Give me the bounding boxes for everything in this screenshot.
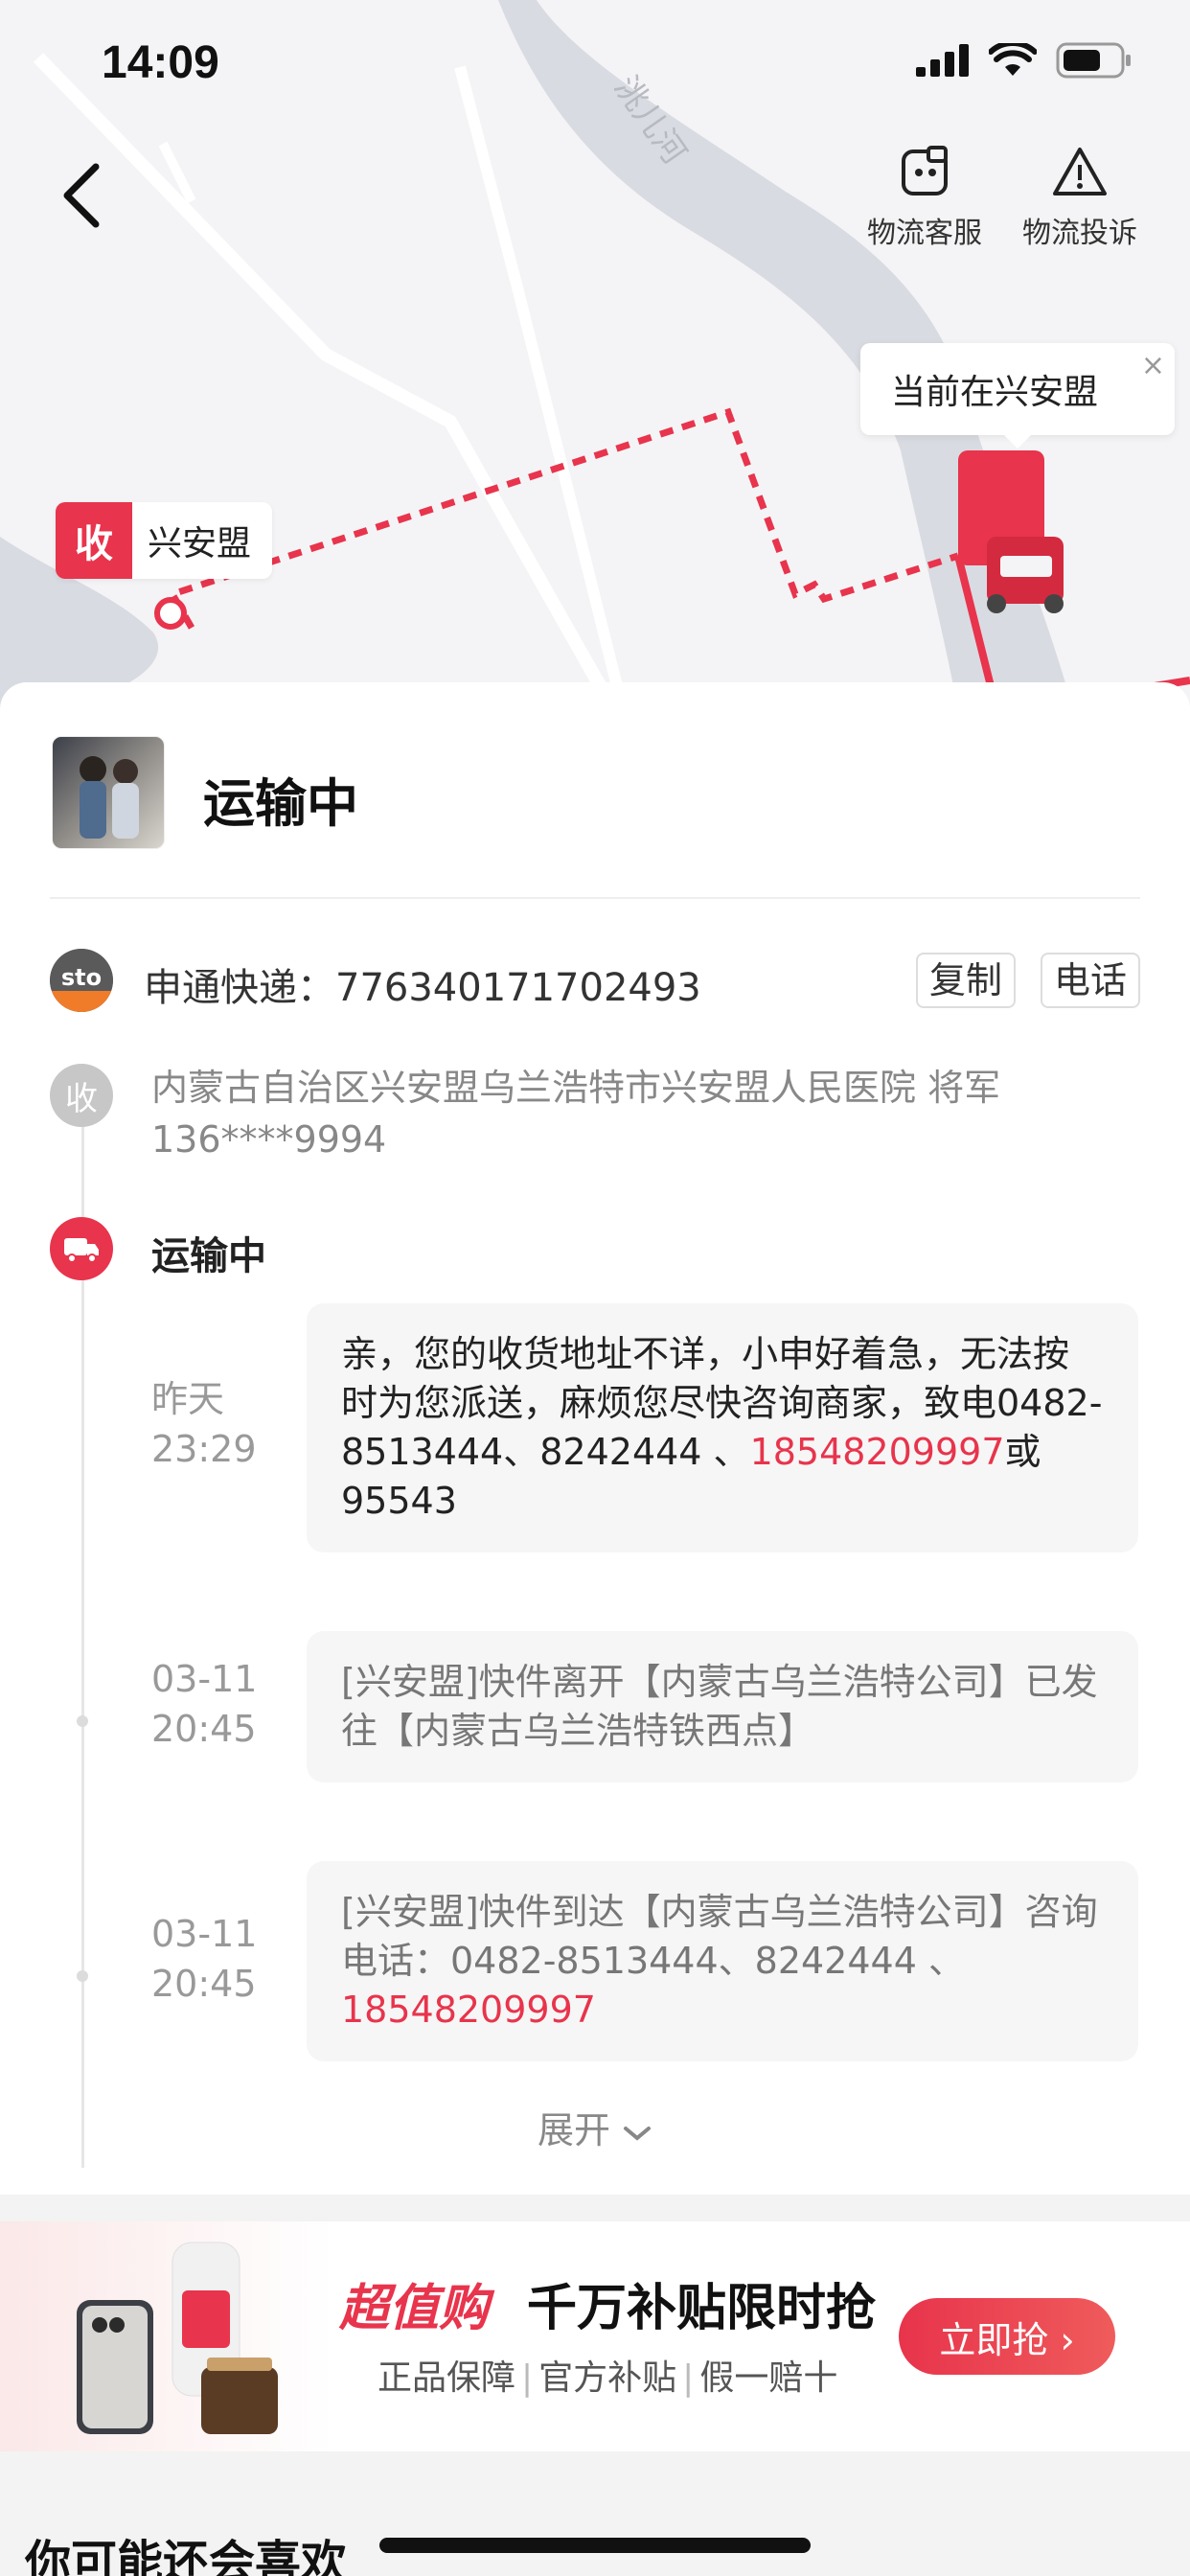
current-location-tooltip: 当前在兴安盟 ×	[860, 343, 1175, 448]
tooltip-close-icon[interactable]: ×	[1141, 349, 1165, 382]
event-date: 03-11	[151, 1658, 258, 1700]
event-date: 03-11	[151, 1913, 258, 1955]
truck-status-icon	[50, 1217, 113, 1280]
timeline-dot	[77, 1715, 88, 1727]
event-text: [兴安盟]快件到达【内蒙古乌兰浩特公司】咨询电话：0482-8513444、82…	[341, 1891, 1098, 1982]
promo-tag: 官方补贴	[538, 2358, 677, 2398]
event-clock: 23:29	[151, 1428, 257, 1470]
route-dashed-line	[167, 407, 960, 630]
shipment-status-title: 运输中	[203, 773, 358, 834]
signal-icon	[916, 44, 969, 77]
wifi-icon	[989, 43, 1037, 76]
tracking-number: 申通快递：776340171702493	[144, 966, 701, 1010]
status-icons	[916, 42, 1133, 79]
customer-service-icon	[896, 144, 953, 201]
expand-label: 展开	[537, 2109, 610, 2151]
promo-title: 千万补贴限时抢	[527, 2280, 877, 2337]
copy-button[interactable]: 复制	[916, 953, 1017, 1008]
logistics-complaint-button[interactable]: 物流投诉	[1008, 144, 1152, 251]
promo-tags: 正品保障 | 官方补贴 | 假一赔十	[378, 2358, 838, 2398]
logistics-complaint-label: 物流投诉	[1022, 217, 1137, 250]
current-location-text: 当前在兴安盟	[891, 373, 1099, 412]
transit-status-label: 运输中	[151, 1234, 266, 1278]
chevron-left-icon	[63, 163, 100, 228]
receive-place: 兴安盟	[148, 524, 252, 564]
event-detail: [兴安盟]快件离开【内蒙古乌兰浩特公司】已发往【内蒙古乌兰浩特铁西点】	[307, 1631, 1138, 1782]
promo-products-image	[77, 2242, 278, 2434]
promo-brand: 超值购	[339, 2280, 490, 2337]
event-time: 03-11 20:45	[151, 1909, 257, 2009]
event-detail: [兴安盟]快件到达【内蒙古乌兰浩特公司】咨询电话：0482-8513444、82…	[307, 1861, 1138, 2061]
status-bar: 14:09	[0, 0, 1190, 125]
back-button[interactable]	[54, 153, 111, 240]
receive-badge: 收	[56, 502, 132, 579]
grab-now-button[interactable]: 立即抢 ›	[899, 2298, 1115, 2375]
receiver-icon: 收	[50, 1064, 113, 1127]
event-phone-link[interactable]: 18548209997	[341, 1989, 596, 2031]
event-clock: 20:45	[151, 1963, 257, 2005]
event-text: [兴安盟]快件离开【内蒙古乌兰浩特公司】已发往【内蒙古乌兰浩特铁西点】	[341, 1661, 1098, 1752]
receive-location-tag: 收 兴安盟	[56, 502, 273, 579]
timeline-dot	[77, 1970, 88, 1982]
delivery-address: 内蒙古自治区兴安盟乌兰浩特市兴安盟人民医院 将军 136****9994	[151, 1067, 1001, 1161]
tracking-card: 运输中 sto 申通快递：776340171702493 复制 电话 收 内蒙古…	[0, 682, 1190, 2195]
logistics-service-button[interactable]: 物流客服	[853, 144, 996, 251]
event-time: 03-11 20:45	[151, 1654, 257, 1754]
promo-tag: 正品保障	[378, 2358, 516, 2398]
divider	[50, 897, 1140, 899]
event-time: 昨天 23:29	[151, 1374, 257, 1474]
chevron-down-icon	[624, 2126, 652, 2141]
product-thumbnail[interactable]	[52, 736, 165, 849]
status-time: 14:09	[102, 37, 219, 88]
recommend-title: 你可能还会喜欢	[25, 2536, 348, 2576]
destination-pin	[154, 597, 187, 630]
phone-button[interactable]: 电话	[1041, 953, 1141, 1008]
event-phone-link[interactable]: 18548209997	[750, 1431, 1005, 1473]
warning-icon	[1051, 144, 1109, 201]
event-detail: 亲，您的收货地址不详，小申好着急，无法按时为您派送，麻烦您尽快咨询商家，致电04…	[307, 1303, 1138, 1552]
sto-logo-text: sto	[61, 964, 102, 991]
promo-banner[interactable]: 超值购 千万补贴限时抢 正品保障 | 官方补贴 | 假一赔十 立即抢 ›	[0, 2221, 1190, 2451]
event-date: 昨天	[151, 1378, 225, 1420]
battery-icon	[1056, 42, 1131, 79]
expand-button[interactable]: 展开	[0, 2101, 1190, 2153]
event-clock: 20:45	[151, 1708, 257, 1750]
sto-logo: sto	[50, 949, 113, 1012]
logistics-map[interactable]: 洮儿河 14:09 物流客服 物流投诉 当前在兴安盟 × 收 兴安盟	[0, 0, 1190, 709]
home-indicator[interactable]	[379, 2538, 811, 2553]
promo-tag: 假一赔十	[699, 2358, 838, 2398]
logistics-service-label: 物流客服	[867, 217, 982, 250]
